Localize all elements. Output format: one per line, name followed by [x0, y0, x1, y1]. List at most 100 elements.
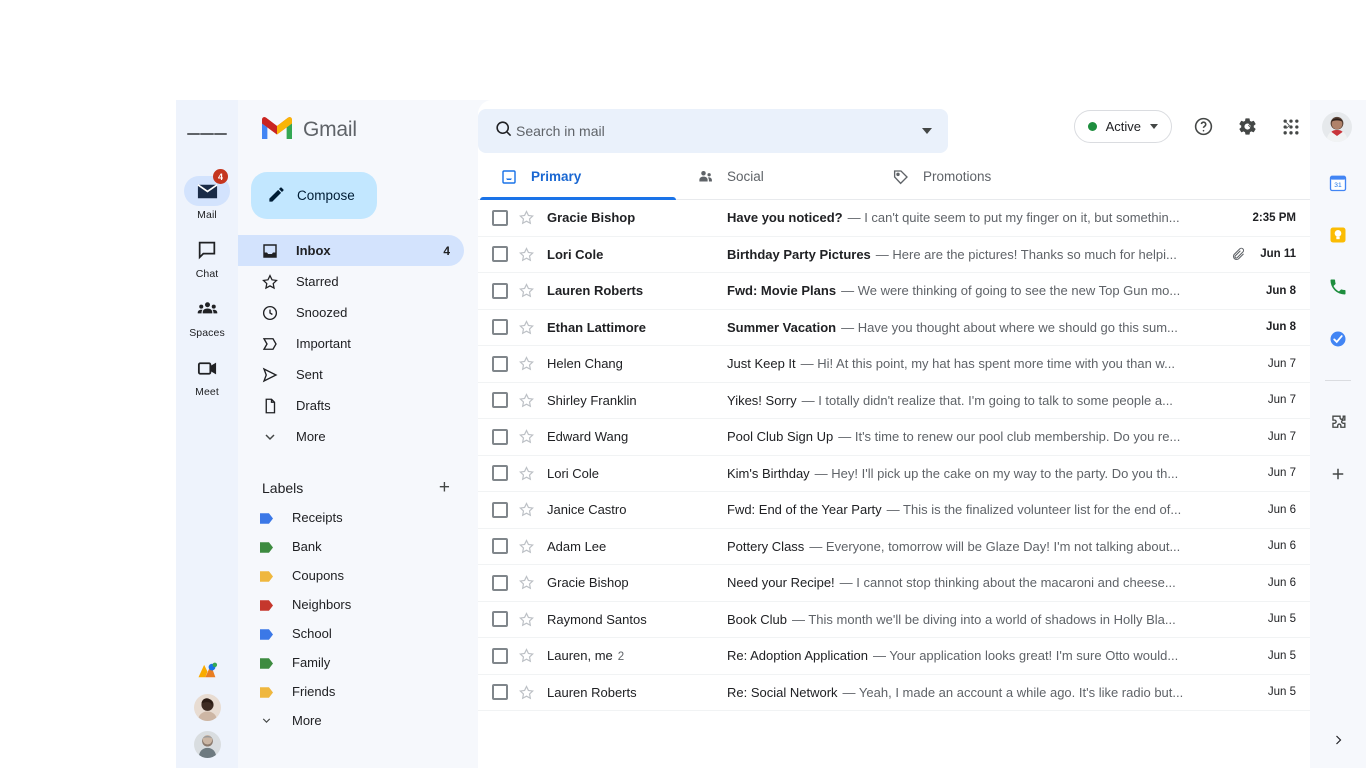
star-outline-icon[interactable]	[518, 246, 535, 263]
folder-item-snoozed[interactable]: Snoozed	[238, 297, 464, 328]
email-row[interactable]: Lauren Roberts Re: Social Network — Yeah, …	[478, 675, 1310, 711]
search-input[interactable]: Search in mail	[516, 123, 605, 139]
email-subject-and-snippet: Re: Social Network — Yeah, I made an acco…	[727, 685, 1228, 700]
spaces-colored-logo[interactable]	[194, 657, 221, 684]
rail-item-spaces[interactable]: Spaces	[179, 294, 235, 339]
email-row[interactable]: Lauren, me 2 Re: Adoption Application — You…	[478, 638, 1310, 675]
rail-item-meet[interactable]: Meet	[179, 353, 235, 398]
email-date: Jun 8	[1265, 284, 1296, 297]
label-item-coupons[interactable]: Coupons	[238, 561, 478, 590]
google-keep-icon[interactable]	[1327, 224, 1349, 246]
star-outline-icon[interactable]	[518, 574, 535, 591]
star-outline-icon[interactable]	[518, 684, 535, 701]
star-outline-icon[interactable]	[518, 501, 535, 518]
email-snippet: — Your application looks great! I'm sure…	[872, 648, 1179, 664]
google-apps-grid-icon[interactable]	[1278, 114, 1304, 140]
label-item-receipts[interactable]: Receipts	[238, 503, 478, 532]
row-select-checkbox[interactable]	[492, 538, 508, 555]
tab-primary[interactable]: Primary	[480, 154, 676, 200]
row-select-checkbox[interactable]	[492, 355, 508, 372]
contact-avatar-2[interactable]	[193, 731, 221, 758]
star-outline-icon[interactable]	[518, 282, 535, 299]
label-item-school[interactable]: School	[238, 619, 478, 648]
google-calendar-icon[interactable]: 31	[1327, 172, 1349, 194]
star-outline-icon[interactable]	[518, 319, 535, 336]
email-subject-and-snippet: Re: Adoption Application — Your applicati…	[727, 648, 1228, 663]
star-outline-icon[interactable]	[518, 355, 535, 372]
email-row[interactable]: Helen Chang Just Keep It — Hi! At this poi…	[478, 346, 1310, 383]
gmail-brand[interactable]: Gmail	[238, 106, 478, 150]
row-select-checkbox[interactable]	[492, 209, 508, 226]
star-outline-icon[interactable]	[518, 538, 535, 555]
google-tasks-icon[interactable]	[1327, 328, 1349, 350]
row-select-checkbox[interactable]	[492, 465, 508, 482]
show-search-options-chevron[interactable]	[922, 128, 932, 134]
row-select-checkbox[interactable]	[492, 647, 508, 664]
account-avatar[interactable]	[1322, 111, 1352, 142]
folder-item-starred[interactable]: Starred	[238, 266, 464, 297]
folder-item-inbox[interactable]: Inbox 4	[238, 235, 464, 266]
addons-puzzle-icon[interactable]	[1327, 411, 1349, 433]
folder-item-sent[interactable]: Sent	[238, 359, 464, 390]
email-row[interactable]: Gracie Bishop Need your Recipe! — I cannot…	[478, 565, 1310, 602]
email-row[interactable]: Lori Cole Kim's Birthday — Hey! I'll pick …	[478, 456, 1310, 492]
row-select-checkbox[interactable]	[492, 319, 508, 336]
search-icon	[494, 119, 513, 143]
gear-icon[interactable]	[1234, 114, 1260, 140]
label-item-neighbors[interactable]: Neighbors	[238, 590, 478, 619]
labels-more-item[interactable]: More	[238, 706, 478, 735]
rail-item-chat[interactable]: Chat	[179, 235, 235, 280]
status-badge[interactable]: Active	[1073, 110, 1172, 143]
email-sender: Raymond Santos	[547, 612, 727, 627]
star-outline-icon[interactable]	[518, 392, 535, 409]
star-outline-icon[interactable]	[518, 465, 535, 482]
sender-name: Lauren, me	[547, 648, 613, 664]
folder-item-important[interactable]: Important	[238, 328, 464, 359]
email-row[interactable]: Gracie Bishop Have you noticed? — I can't …	[478, 200, 1310, 237]
email-row[interactable]: Janice Castro Fwd: End of the Year Party —…	[478, 492, 1310, 529]
plus-icon[interactable]	[1327, 463, 1349, 485]
left-navigation-panel: Gmail Compose Inbox 4 Starred Snoozed Import…	[238, 100, 478, 768]
star-outline-icon[interactable]	[518, 428, 535, 445]
chevron-down-icon	[260, 715, 273, 726]
email-row[interactable]: Edward Wang Pool Club Sign Up — It's time …	[478, 419, 1310, 456]
row-select-checkbox[interactable]	[492, 501, 508, 518]
contact-avatar-1[interactable]	[193, 694, 221, 721]
email-subject: Re: Adoption Application	[727, 648, 868, 664]
send-paper-plane-icon	[260, 366, 280, 384]
folder-item-more[interactable]: More	[238, 421, 464, 452]
email-row[interactable]: Shirley Franklin Yikes! Sorry — I totally …	[478, 383, 1310, 419]
email-subject: Yikes! Sorry	[727, 392, 797, 408]
help-question-icon[interactable]	[1190, 114, 1216, 140]
email-row[interactable]: Raymond Santos Book Club — This month we'l…	[478, 602, 1310, 638]
email-row[interactable]: Adam Lee Pottery Class — Everyone, tomorro…	[478, 529, 1310, 565]
email-row[interactable]: Ethan Lattimore Summer Vacation — Have you…	[478, 310, 1310, 346]
sender-name: Janice Castro	[547, 502, 627, 518]
expand-panel-chevron-right-icon[interactable]	[1332, 731, 1344, 754]
compose-button[interactable]: Compose	[251, 172, 377, 219]
row-select-checkbox[interactable]	[492, 611, 508, 628]
hamburger-menu-icon[interactable]	[187, 114, 227, 154]
row-select-checkbox[interactable]	[492, 574, 508, 591]
rail-item-mail[interactable]: 4 Mail	[179, 169, 235, 221]
google-contacts-phone-icon[interactable]	[1327, 276, 1349, 298]
star-outline-icon[interactable]	[518, 209, 535, 226]
row-select-checkbox[interactable]	[492, 684, 508, 701]
tab-social[interactable]: Social	[676, 154, 872, 199]
row-select-checkbox[interactable]	[492, 246, 508, 263]
folder-label: More	[296, 429, 326, 444]
row-select-checkbox[interactable]	[492, 392, 508, 409]
label-item-family[interactable]: Family	[238, 648, 478, 677]
row-select-checkbox[interactable]	[492, 428, 508, 445]
plus-icon[interactable]: +	[439, 478, 450, 497]
search-bar[interactable]: Search in mail	[478, 109, 948, 153]
email-row[interactable]: Lori Cole Birthday Party Pictures — Here a…	[478, 237, 1310, 273]
email-row[interactable]: Lauren Roberts Fwd: Movie Plans — We were …	[478, 273, 1310, 310]
star-outline-icon[interactable]	[518, 647, 535, 664]
row-select-checkbox[interactable]	[492, 282, 508, 299]
label-item-bank[interactable]: Bank	[238, 532, 478, 561]
folder-item-drafts[interactable]: Drafts	[238, 390, 464, 421]
tab-promotions[interactable]: Promotions	[872, 154, 1068, 199]
label-item-friends[interactable]: Friends	[238, 677, 478, 706]
star-outline-icon[interactable]	[518, 611, 535, 628]
